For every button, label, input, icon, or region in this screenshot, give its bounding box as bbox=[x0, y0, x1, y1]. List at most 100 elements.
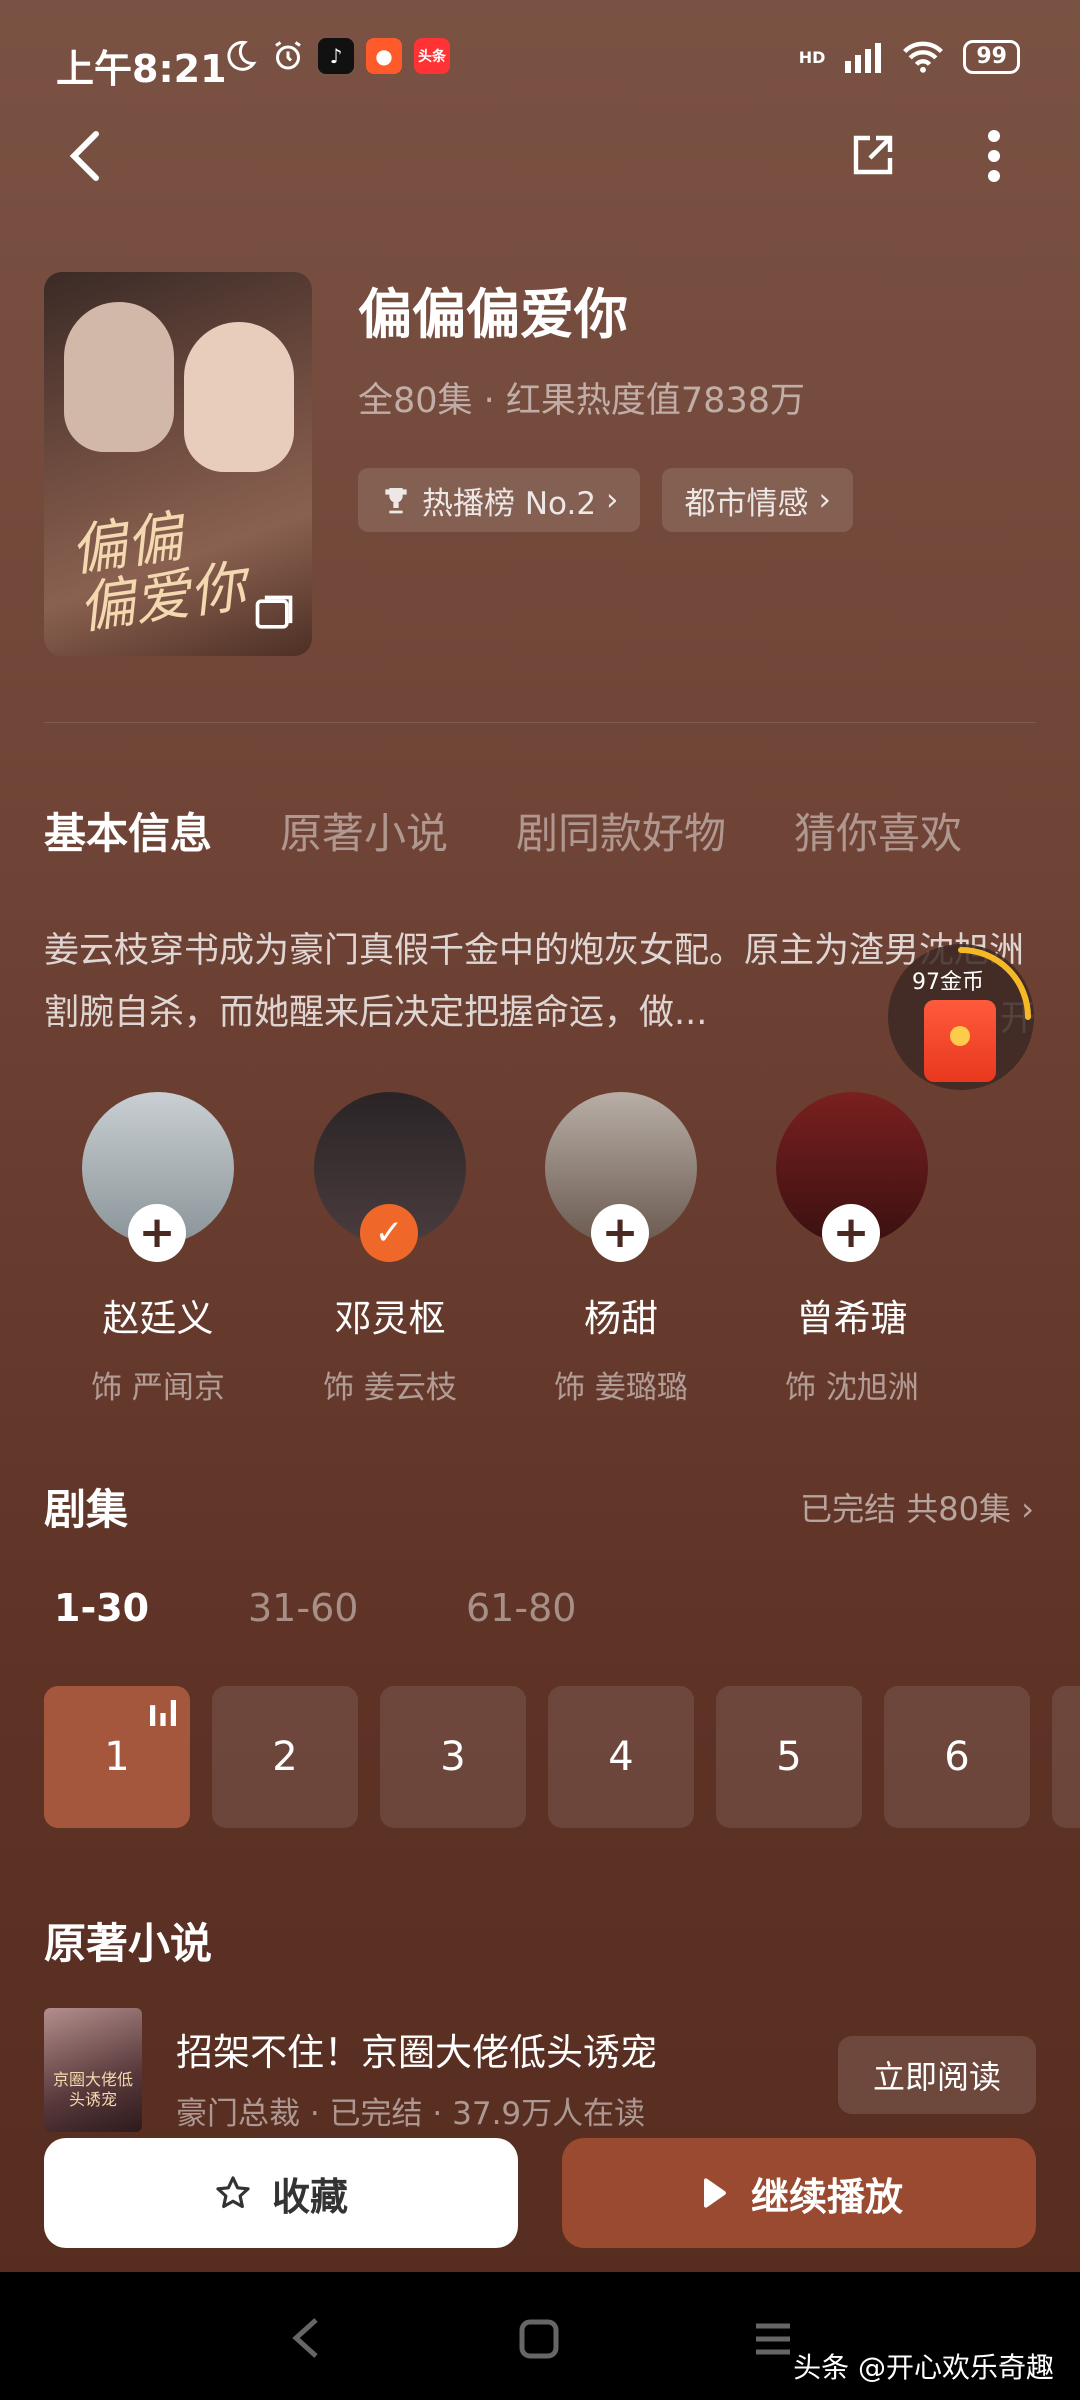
cast-role: 饰 沈旭洲 bbox=[785, 1370, 919, 1406]
follow-plus-icon[interactable]: + bbox=[591, 1204, 649, 1262]
moon-icon bbox=[227, 40, 257, 71]
signal-icon bbox=[845, 43, 882, 73]
nav-menu-icon[interactable] bbox=[752, 2320, 794, 2358]
chevron-right-icon: › bbox=[606, 482, 619, 518]
app-icon: ● bbox=[366, 38, 402, 74]
coin-reward-widget[interactable]: 97金币 bbox=[888, 944, 1034, 1090]
cast-name: 曾希瑭 bbox=[796, 1297, 908, 1340]
tab-basic-info[interactable]: 基本信息 bbox=[44, 800, 212, 861]
cast-item[interactable]: + 杨甜 饰 姜璐璐 bbox=[521, 1092, 721, 1407]
novel-meta: 豪门总裁 · 已完结 · 37.9万人在读 bbox=[176, 2096, 646, 2132]
novel-title[interactable]: 招架不住！京圈大佬低头诱宠 bbox=[176, 2022, 657, 2076]
genre-chip[interactable]: 都市情感 › bbox=[662, 468, 853, 532]
content-tabs: 基本信息 原著小说 剧同款好物 猜你喜欢 bbox=[44, 800, 962, 861]
status-right: HD 99 bbox=[799, 40, 1020, 74]
red-envelope-icon bbox=[924, 1000, 996, 1082]
poster-actor bbox=[64, 302, 174, 452]
playing-bars-icon bbox=[150, 1700, 176, 1726]
favorite-button[interactable]: 收藏 bbox=[44, 2138, 518, 2248]
avatar: + bbox=[545, 1092, 697, 1262]
status-time: 上午8:21 bbox=[56, 47, 227, 91]
follow-plus-icon[interactable]: + bbox=[822, 1204, 880, 1262]
cast-name: 邓灵枢 bbox=[334, 1297, 446, 1340]
episode-number: 2 bbox=[272, 1734, 298, 1780]
cast-item[interactable]: + 曾希瑭 饰 沈旭洲 bbox=[752, 1092, 952, 1407]
poster-actress bbox=[184, 322, 294, 472]
drama-description[interactable]: 姜云枝穿书成为豪门真假千金中的炮灰女配。原主为渣男沈旭洲割腕自杀，而她醒来后决定… bbox=[44, 920, 1034, 1044]
cast-name: 杨甜 bbox=[584, 1297, 658, 1340]
nav-back-icon[interactable] bbox=[288, 2316, 322, 2360]
rank-chip-label: 热播榜 No.2 bbox=[422, 485, 597, 522]
continue-label: 继续播放 bbox=[750, 2174, 903, 2219]
episode-item[interactable]: 4 bbox=[548, 1686, 694, 1828]
episode-item[interactable]: 2 bbox=[212, 1686, 358, 1828]
play-icon bbox=[703, 2178, 726, 2208]
novel-cover[interactable]: 京圈大佬低头诱宠 bbox=[44, 2008, 142, 2132]
episodes-title: 剧集 bbox=[44, 1485, 129, 1534]
novel-cover-title: 京圈大佬低头诱宠 bbox=[52, 2070, 133, 2109]
novel-section-title: 原著小说 bbox=[44, 1919, 213, 1968]
alarm-icon bbox=[275, 41, 301, 70]
share-icon bbox=[853, 135, 893, 175]
tab-goods[interactable]: 剧同款好物 bbox=[516, 800, 726, 861]
favorite-label: 收藏 bbox=[271, 2174, 348, 2219]
avatar: + bbox=[776, 1092, 928, 1262]
genre-chip-label: 都市情感 bbox=[684, 485, 809, 522]
hd-label: HD bbox=[798, 47, 826, 67]
drama-meta: 全80集 · 红果热度值7838万 bbox=[358, 381, 805, 421]
continue-play-button[interactable]: 继续播放 bbox=[562, 2138, 1036, 2248]
episode-number: 4 bbox=[608, 1734, 634, 1780]
episodes-status-link[interactable]: 已完结 共80集 › bbox=[800, 1484, 1034, 1530]
episode-item[interactable]: 1 bbox=[44, 1686, 190, 1828]
chevron-right-icon: › bbox=[818, 482, 831, 518]
toutiao-icon: 头条 bbox=[414, 38, 450, 74]
rank-chip[interactable]: 热播榜 No.2 › bbox=[358, 468, 641, 532]
cast-role: 饰 严闻京 bbox=[91, 1370, 225, 1406]
episode-number: 3 bbox=[440, 1734, 466, 1780]
range-tab-2[interactable]: 31-60 bbox=[248, 1586, 358, 1630]
cast-name: 赵廷义 bbox=[102, 1297, 214, 1340]
drama-title: 偏偏偏爱你 bbox=[358, 283, 628, 346]
coin-label: 97金币 bbox=[912, 970, 984, 995]
image-icon bbox=[255, 595, 293, 629]
followed-check-icon[interactable]: ✓ bbox=[360, 1204, 418, 1262]
system-nav-bar: 头条 @开心欢乐奇趣 bbox=[0, 2272, 1080, 2400]
battery-indicator: 99 bbox=[963, 40, 1020, 74]
more-button[interactable] bbox=[962, 124, 1026, 188]
episode-number: 5 bbox=[776, 1734, 802, 1780]
follow-plus-icon[interactable]: + bbox=[128, 1204, 186, 1262]
avatar: ✓ bbox=[314, 1092, 466, 1262]
tiktok-icon: ♪ bbox=[318, 38, 354, 74]
star-icon bbox=[216, 2176, 250, 2209]
avatar: + bbox=[82, 1092, 234, 1262]
cast-role: 饰 姜璐璐 bbox=[554, 1370, 688, 1406]
header-divider bbox=[44, 722, 1036, 723]
nav-home-icon[interactable] bbox=[518, 2318, 560, 2360]
episodes-status: 已完结 共80集 bbox=[800, 1490, 1012, 1528]
episode-number: 6 bbox=[944, 1734, 970, 1780]
range-tab-1[interactable]: 1-30 bbox=[54, 1586, 149, 1630]
read-now-button[interactable]: 立即阅读 bbox=[838, 2036, 1036, 2114]
episode-number: 1 bbox=[104, 1734, 130, 1780]
tab-novel[interactable]: 原著小说 bbox=[280, 800, 448, 861]
back-button[interactable] bbox=[54, 124, 118, 188]
episode-item[interactable]: 3 bbox=[380, 1686, 526, 1828]
episode-item[interactable]: 6 bbox=[884, 1686, 1030, 1828]
back-arrow-icon bbox=[69, 131, 99, 181]
range-tab-3[interactable]: 61-80 bbox=[466, 1586, 576, 1630]
status-app-icons: ♪ ● 头条 bbox=[222, 38, 450, 74]
cast-item[interactable]: + 赵廷义 饰 严闻京 bbox=[58, 1092, 258, 1407]
episode-item-partial[interactable] bbox=[1052, 1686, 1080, 1828]
drama-poster[interactable]: 偏偏 偏爱你 bbox=[44, 272, 312, 656]
cast-item[interactable]: ✓ 邓灵枢 饰 姜云枝 bbox=[290, 1092, 490, 1407]
cast-role: 饰 姜云枝 bbox=[323, 1370, 457, 1406]
episode-item[interactable]: 5 bbox=[716, 1686, 862, 1828]
watermark: 头条 @开心欢乐奇趣 bbox=[793, 2351, 1054, 2384]
chevron-right-icon: › bbox=[1021, 1490, 1034, 1528]
poster-title: 偏偏 偏爱你 bbox=[66, 504, 250, 643]
share-button[interactable] bbox=[840, 124, 904, 188]
more-vertical-icon bbox=[988, 130, 1000, 182]
trophy-icon bbox=[385, 488, 407, 514]
wifi-icon bbox=[903, 41, 944, 73]
tab-recommend[interactable]: 猜你喜欢 bbox=[794, 800, 962, 861]
